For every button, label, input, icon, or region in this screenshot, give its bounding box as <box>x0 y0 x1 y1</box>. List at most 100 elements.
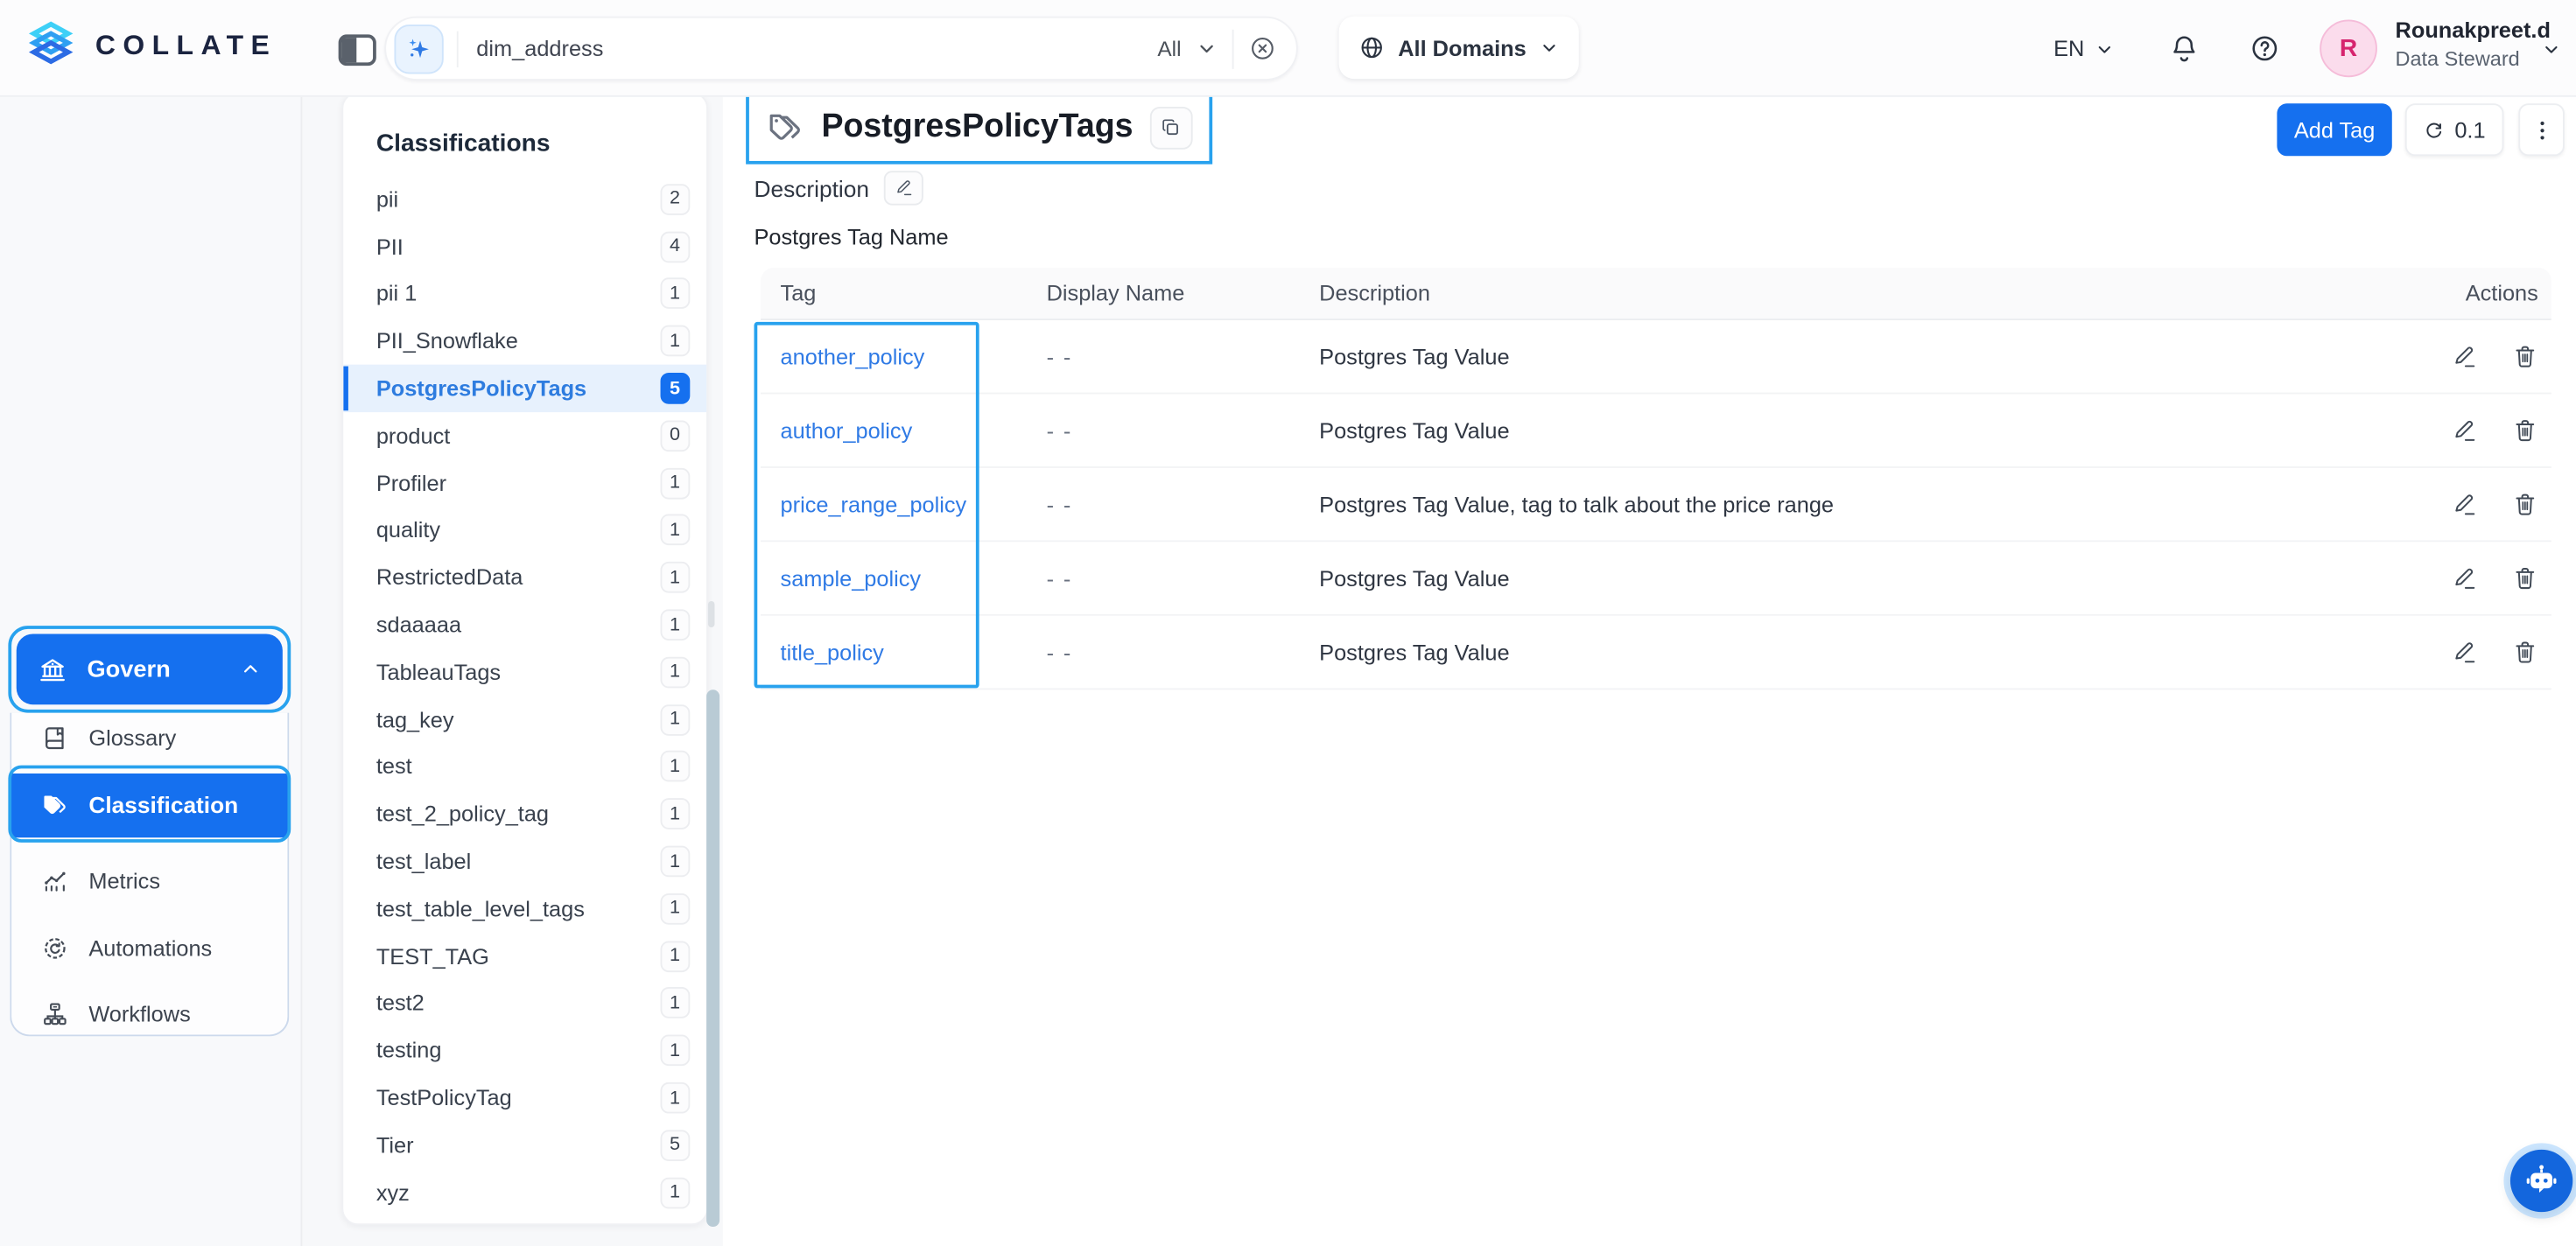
chevron-down-icon <box>2542 38 2562 59</box>
classification-list-item[interactable]: test21 <box>343 980 708 1027</box>
classification-list-item[interactable]: PII_Snowflake1 <box>343 318 708 365</box>
classification-list-item[interactable]: TableauTags1 <box>343 648 708 696</box>
bank-icon <box>38 654 67 684</box>
user-menu-chevron[interactable] <box>2542 0 2562 97</box>
classification-list-item[interactable]: test1 <box>343 743 708 790</box>
classification-list-item[interactable]: testing1 <box>343 1027 708 1074</box>
classification-list-item[interactable]: tag_key1 <box>343 696 708 743</box>
edit-tag-button[interactable] <box>2453 418 2477 443</box>
kebab-menu-icon <box>2530 117 2554 142</box>
sidebar-item-metrics[interactable]: Metrics <box>10 850 289 910</box>
sidebar-item-automations[interactable]: Automations <box>10 918 289 977</box>
edit-tag-button[interactable] <box>2453 492 2477 516</box>
column-header-description: Description <box>1319 281 2382 305</box>
classification-count-badge: 0 <box>660 420 691 452</box>
sidebar-item-glossary[interactable]: Glossary <box>10 708 289 767</box>
classification-list-item[interactable]: test_label1 <box>343 838 708 886</box>
classification-list-item[interactable]: pii 11 <box>343 270 708 318</box>
table-row: title_policy - - Postgres Tag Value <box>761 616 2551 690</box>
collate-logo[interactable]: COLLATE <box>23 18 277 73</box>
tag-link[interactable]: author_policy <box>761 418 1047 443</box>
delete-tag-button[interactable] <box>2512 417 2538 444</box>
classification-count-badge: 1 <box>660 1082 691 1114</box>
classification-name: PII_Snowflake <box>376 329 660 354</box>
classification-list-item-selected[interactable]: PostgresPolicyTags5 <box>343 365 708 412</box>
tag-display-name: - - <box>1047 566 1320 591</box>
tag-description: Postgres Tag Value <box>1319 566 2382 591</box>
classification-list-item[interactable]: pii2 <box>343 176 708 223</box>
sidebar-item-label: Automations <box>88 935 212 960</box>
trash-icon <box>2512 417 2538 444</box>
sidebar-item-govern[interactable]: Govern <box>17 634 283 704</box>
ai-sparkle-icon[interactable] <box>394 24 443 73</box>
tag-display-name: - - <box>1047 640 1320 664</box>
delete-tag-button[interactable] <box>2512 343 2538 369</box>
tag-description: Postgres Tag Value <box>1319 344 2382 368</box>
sidebar-item-classification[interactable]: Classification <box>10 773 289 836</box>
classifications-scrollbar-small[interactable] <box>707 601 714 627</box>
tag-link[interactable]: price_range_policy <box>761 492 1047 516</box>
sidebar-item-label: Govern <box>87 656 170 682</box>
sidebar-collapse-icon[interactable] <box>339 34 376 66</box>
classification-list-item[interactable]: test_2_policy_tag1 <box>343 790 708 837</box>
classification-count-badge: 1 <box>660 326 691 357</box>
copy-icon <box>1160 116 1181 137</box>
chevron-down-icon[interactable] <box>1196 38 1217 59</box>
classification-list-item[interactable]: Profiler1 <box>343 459 708 507</box>
edit-tag-button[interactable] <box>2453 566 2477 591</box>
classification-name: Profiler <box>376 471 660 495</box>
tag-link[interactable]: another_policy <box>761 344 1047 368</box>
tag-link[interactable]: sample_policy <box>761 566 1047 591</box>
edit-description-button[interactable] <box>884 171 923 205</box>
user-role: Data Steward <box>2396 47 2520 70</box>
search-scope-dropdown[interactable]: All <box>1157 36 1181 60</box>
chatbot-button[interactable] <box>2510 1150 2572 1212</box>
delete-tag-button[interactable] <box>2512 639 2538 665</box>
tag-link[interactable]: title_policy <box>761 640 1047 664</box>
glossary-book-icon <box>41 724 69 752</box>
delete-tag-button[interactable] <box>2512 491 2538 517</box>
tags-icon <box>41 791 69 819</box>
classification-count-badge: 1 <box>660 562 691 593</box>
clear-search-icon[interactable] <box>1248 34 1276 62</box>
classification-name: TEST_TAG <box>376 944 660 969</box>
classifications-panel: Classifications pii2 PII4 pii 11 PII_Sno… <box>341 92 708 1225</box>
classification-list-item[interactable]: Tier5 <box>343 1122 708 1169</box>
edit-tag-button[interactable] <box>2453 344 2477 368</box>
divider <box>1232 29 1234 68</box>
edit-tag-button[interactable] <box>2453 640 2477 664</box>
search-input[interactable]: dim_address <box>476 36 603 60</box>
classifications-scrollbar[interactable] <box>706 690 719 1227</box>
sidebar-item-label: Classification <box>88 792 238 818</box>
version-button[interactable]: 0.1 <box>2405 103 2504 156</box>
workflow-icon <box>41 999 69 1027</box>
classification-list-item[interactable]: TEST_TAG1 <box>343 933 708 980</box>
classification-count-badge: 1 <box>660 988 691 1019</box>
more-options-button[interactable] <box>2518 103 2565 156</box>
classification-list-item[interactable]: product0 <box>343 412 708 459</box>
language-selector[interactable]: EN <box>2053 0 2114 97</box>
classification-name: pii <box>376 187 660 212</box>
chevron-down-icon <box>1540 38 1560 58</box>
copy-name-button[interactable] <box>1149 106 1192 149</box>
classification-list-item[interactable]: RestrictedData1 <box>343 554 708 601</box>
classification-count-badge: 1 <box>660 893 691 925</box>
global-search-bar[interactable]: dim_address All <box>384 17 1298 80</box>
classifications-panel-title: Classifications <box>376 130 551 158</box>
add-tag-button[interactable]: Add Tag <box>2277 103 2391 156</box>
notifications-button[interactable] <box>2169 0 2200 97</box>
user-avatar[interactable]: R <box>2320 20 2377 78</box>
classification-list-item[interactable]: PII4 <box>343 223 708 270</box>
classification-name: tag_key <box>376 707 660 732</box>
tags-table: Tag Display Name Description Actions ano… <box>761 268 2551 690</box>
sidebar-item-workflows[interactable]: Workflows <box>10 984 289 1043</box>
classification-list-item[interactable]: quality1 <box>343 507 708 554</box>
help-button[interactable] <box>2250 0 2281 97</box>
domains-filter-button[interactable]: All Domains <box>1339 17 1579 79</box>
delete-tag-button[interactable] <box>2512 565 2538 592</box>
classifications-list: pii2 PII4 pii 11 PII_Snowflake1 Postgres… <box>343 176 708 1216</box>
classification-list-item[interactable]: test_table_level_tags1 <box>343 886 708 933</box>
classification-list-item[interactable]: TestPolicyTag1 <box>343 1074 708 1122</box>
classification-list-item[interactable]: sdaaaaa1 <box>343 601 708 648</box>
classification-list-item[interactable]: xyz1 <box>343 1169 708 1216</box>
